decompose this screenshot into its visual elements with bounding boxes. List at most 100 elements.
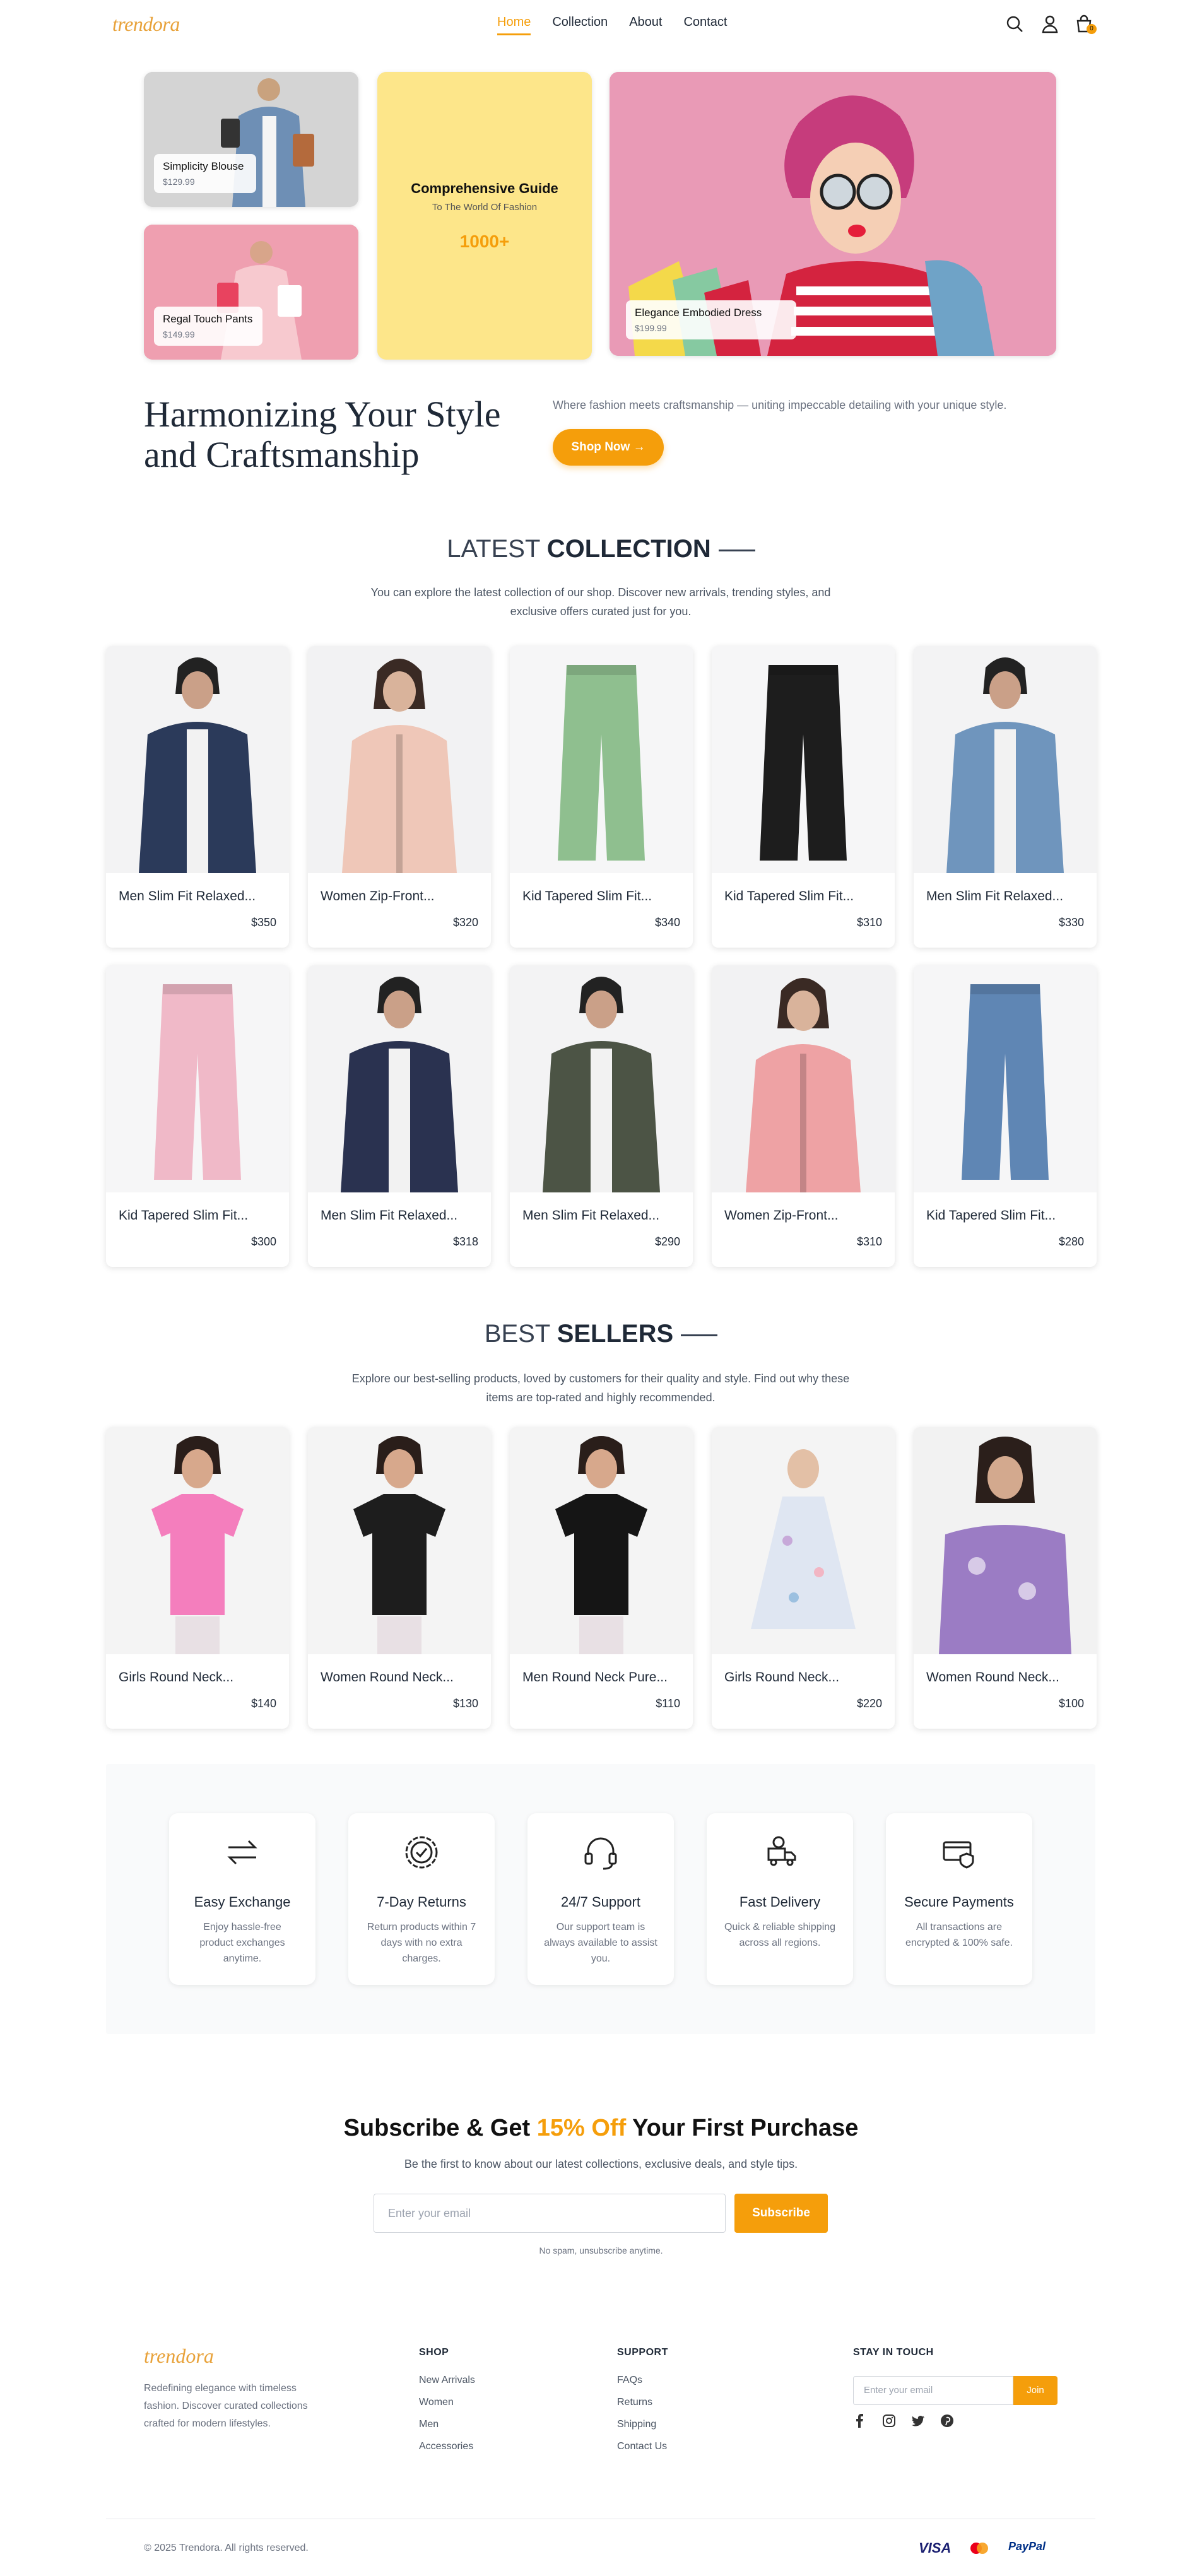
hero-card-pants[interactable]: Regal Touch Pants $149.99 bbox=[144, 225, 358, 360]
product-name: Elegance Embodied Dress bbox=[635, 307, 762, 319]
product-image[interactable] bbox=[510, 646, 693, 873]
subscribe-email-input[interactable]: Enter your email bbox=[374, 2194, 726, 2233]
product-image[interactable] bbox=[712, 646, 895, 873]
product-name[interactable]: Women Zip-Front... bbox=[321, 889, 435, 904]
product-image[interactable] bbox=[106, 646, 289, 873]
footer-support-heading: SUPPORT bbox=[617, 2347, 668, 2358]
product-name[interactable]: Kid Tapered Slim Fit... bbox=[119, 1208, 248, 1223]
footer-link-returns[interactable]: Returns bbox=[617, 2397, 652, 2408]
top-navigation: trendora Home Collection About Contact 0 bbox=[0, 0, 1202, 48]
facebook-icon[interactable] bbox=[853, 2414, 867, 2428]
footer-logo[interactable]: trendora bbox=[144, 2344, 214, 2368]
product-image[interactable] bbox=[308, 965, 491, 1192]
hero-card-dress[interactable]: Elegance Embodied Dress $199.99 bbox=[610, 72, 1056, 356]
instagram-icon[interactable] bbox=[882, 2414, 896, 2428]
guide-card[interactable]: Comprehensive Guide To The World Of Fash… bbox=[377, 72, 592, 360]
product-image[interactable] bbox=[106, 1427, 289, 1654]
product-name[interactable]: Kid Tapered Slim Fit... bbox=[926, 1208, 1056, 1223]
product-card[interactable]: Girls Round Neck... $220 bbox=[712, 1427, 895, 1729]
twitter-icon[interactable] bbox=[911, 2414, 925, 2428]
product-name[interactable]: Men Slim Fit Relaxed... bbox=[522, 1208, 659, 1223]
brand-logo[interactable]: trendora bbox=[112, 13, 180, 36]
subscribe-button[interactable]: Subscribe bbox=[734, 2194, 828, 2233]
product-price: $280 bbox=[1058, 1235, 1084, 1248]
product-card[interactable]: Kid Tapered Slim Fit... $280 bbox=[914, 965, 1097, 1267]
footer-link-contact-us[interactable]: Contact Us bbox=[617, 2441, 667, 2452]
footer-link-men[interactable]: Men bbox=[419, 2419, 439, 2430]
footer-link-women[interactable]: Women bbox=[419, 2397, 454, 2408]
product-price: $310 bbox=[856, 1235, 882, 1248]
pinterest-icon[interactable] bbox=[940, 2414, 954, 2428]
product-card[interactable]: Men Slim Fit Relaxed... $318 bbox=[308, 965, 491, 1267]
hero-card-tag: Elegance Embodied Dress $199.99 bbox=[626, 300, 796, 339]
nav-link-about[interactable]: About bbox=[629, 15, 662, 35]
product-name[interactable]: Kid Tapered Slim Fit... bbox=[724, 889, 854, 904]
product-image[interactable] bbox=[106, 965, 289, 1192]
product-image[interactable] bbox=[510, 965, 693, 1192]
footer-link-shipping[interactable]: Shipping bbox=[617, 2419, 656, 2430]
product-card[interactable]: Kid Tapered Slim Fit... $300 bbox=[106, 965, 289, 1267]
product-image[interactable] bbox=[510, 1427, 693, 1654]
product-card[interactable]: Men Slim Fit Relaxed... $290 bbox=[510, 965, 693, 1267]
footer-email-input[interactable]: Enter your email bbox=[853, 2376, 1013, 2405]
product-name[interactable]: Women Zip-Front... bbox=[724, 1208, 839, 1223]
product-card[interactable]: Women Zip-Front... $320 bbox=[308, 646, 491, 948]
mastercard-logo bbox=[970, 2543, 988, 2554]
product-card[interactable]: Men Slim Fit Relaxed... $350 bbox=[106, 646, 289, 948]
product-image[interactable] bbox=[308, 1427, 491, 1654]
title-light: BEST bbox=[484, 1320, 550, 1348]
product-card[interactable]: Men Slim Fit Relaxed... $330 bbox=[914, 646, 1097, 948]
product-price: $220 bbox=[856, 1697, 882, 1710]
subscribe-note: No spam, unsubscribe anytime. bbox=[539, 2245, 663, 2255]
feature-card: Secure Payments All transactions are enc… bbox=[886, 1813, 1032, 1985]
product-name: Simplicity Blouse bbox=[163, 160, 244, 172]
title-bold: COLLECTION bbox=[546, 535, 711, 563]
feature-description: Return products within 7 days with no ex… bbox=[367, 1922, 476, 1964]
nav-link-home[interactable]: Home bbox=[497, 15, 531, 35]
product-name[interactable]: Men Round Neck Pure... bbox=[522, 1670, 668, 1685]
product-name[interactable]: Girls Round Neck... bbox=[724, 1670, 839, 1685]
product-name[interactable]: Women Round Neck... bbox=[926, 1670, 1059, 1685]
title-bold: SELLERS bbox=[557, 1320, 674, 1348]
product-card[interactable]: Men Round Neck Pure... $110 bbox=[510, 1427, 693, 1729]
product-image[interactable] bbox=[712, 1427, 895, 1654]
user-icon[interactable] bbox=[1040, 14, 1060, 34]
product-card[interactable]: Women Zip-Front... $310 bbox=[712, 965, 895, 1267]
product-card[interactable]: Kid Tapered Slim Fit... $340 bbox=[510, 646, 693, 948]
shop-now-button[interactable]: Shop Now → bbox=[553, 429, 664, 466]
footer-link-new-arrivals[interactable]: New Arrivals bbox=[419, 2375, 475, 2386]
product-card[interactable]: Women Round Neck... $100 bbox=[914, 1427, 1097, 1729]
feature-description: Our support team is always available to … bbox=[544, 1922, 657, 1964]
product-image[interactable] bbox=[914, 646, 1097, 873]
feature-title: 24/7 Support bbox=[561, 1894, 640, 1910]
product-name[interactable]: Kid Tapered Slim Fit... bbox=[522, 889, 652, 904]
nav-link-contact[interactable]: Contact bbox=[683, 15, 727, 35]
nav-link-collection[interactable]: Collection bbox=[552, 15, 608, 35]
product-name[interactable]: Girls Round Neck... bbox=[119, 1670, 233, 1685]
hero-title: Harmonizing Your Style and Craftsmanship bbox=[144, 394, 501, 475]
product-name[interactable]: Men Slim Fit Relaxed... bbox=[926, 889, 1063, 904]
product-image[interactable] bbox=[712, 965, 895, 1192]
feature-title: Easy Exchange bbox=[194, 1894, 291, 1910]
product-card[interactable]: Women Round Neck... $130 bbox=[308, 1427, 491, 1729]
footer-link-accessories[interactable]: Accessories bbox=[419, 2441, 473, 2452]
product-image[interactable] bbox=[914, 1427, 1097, 1654]
discount-highlight: 15% Off bbox=[536, 2115, 627, 2141]
product-price: $350 bbox=[250, 916, 276, 929]
feature-description: All transactions are encrypted & 100% sa… bbox=[905, 1922, 1013, 1948]
title-part: Your First Purchase bbox=[626, 2115, 859, 2141]
product-name[interactable]: Men Slim Fit Relaxed... bbox=[119, 889, 256, 904]
product-image[interactable] bbox=[914, 965, 1097, 1192]
product-card[interactable]: Kid Tapered Slim Fit... $310 bbox=[712, 646, 895, 948]
product-image[interactable] bbox=[308, 646, 491, 873]
product-card[interactable]: Girls Round Neck... $140 bbox=[106, 1427, 289, 1729]
footer-join-button[interactable]: Join bbox=[1013, 2376, 1058, 2405]
product-name[interactable]: Men Slim Fit Relaxed... bbox=[321, 1208, 457, 1223]
product-name[interactable]: Women Round Neck... bbox=[321, 1670, 454, 1685]
guide-subtitle: To The World Of Fashion bbox=[432, 201, 538, 213]
search-icon[interactable] bbox=[1005, 14, 1025, 34]
copyright-text: © 2025 Trendora. All rights reserved. bbox=[144, 2543, 309, 2553]
title-underline bbox=[681, 1334, 718, 1336]
footer-link-faqs[interactable]: FAQs bbox=[617, 2375, 642, 2386]
hero-card-blouse[interactable]: Simplicity Blouse $129.99 bbox=[144, 72, 358, 207]
